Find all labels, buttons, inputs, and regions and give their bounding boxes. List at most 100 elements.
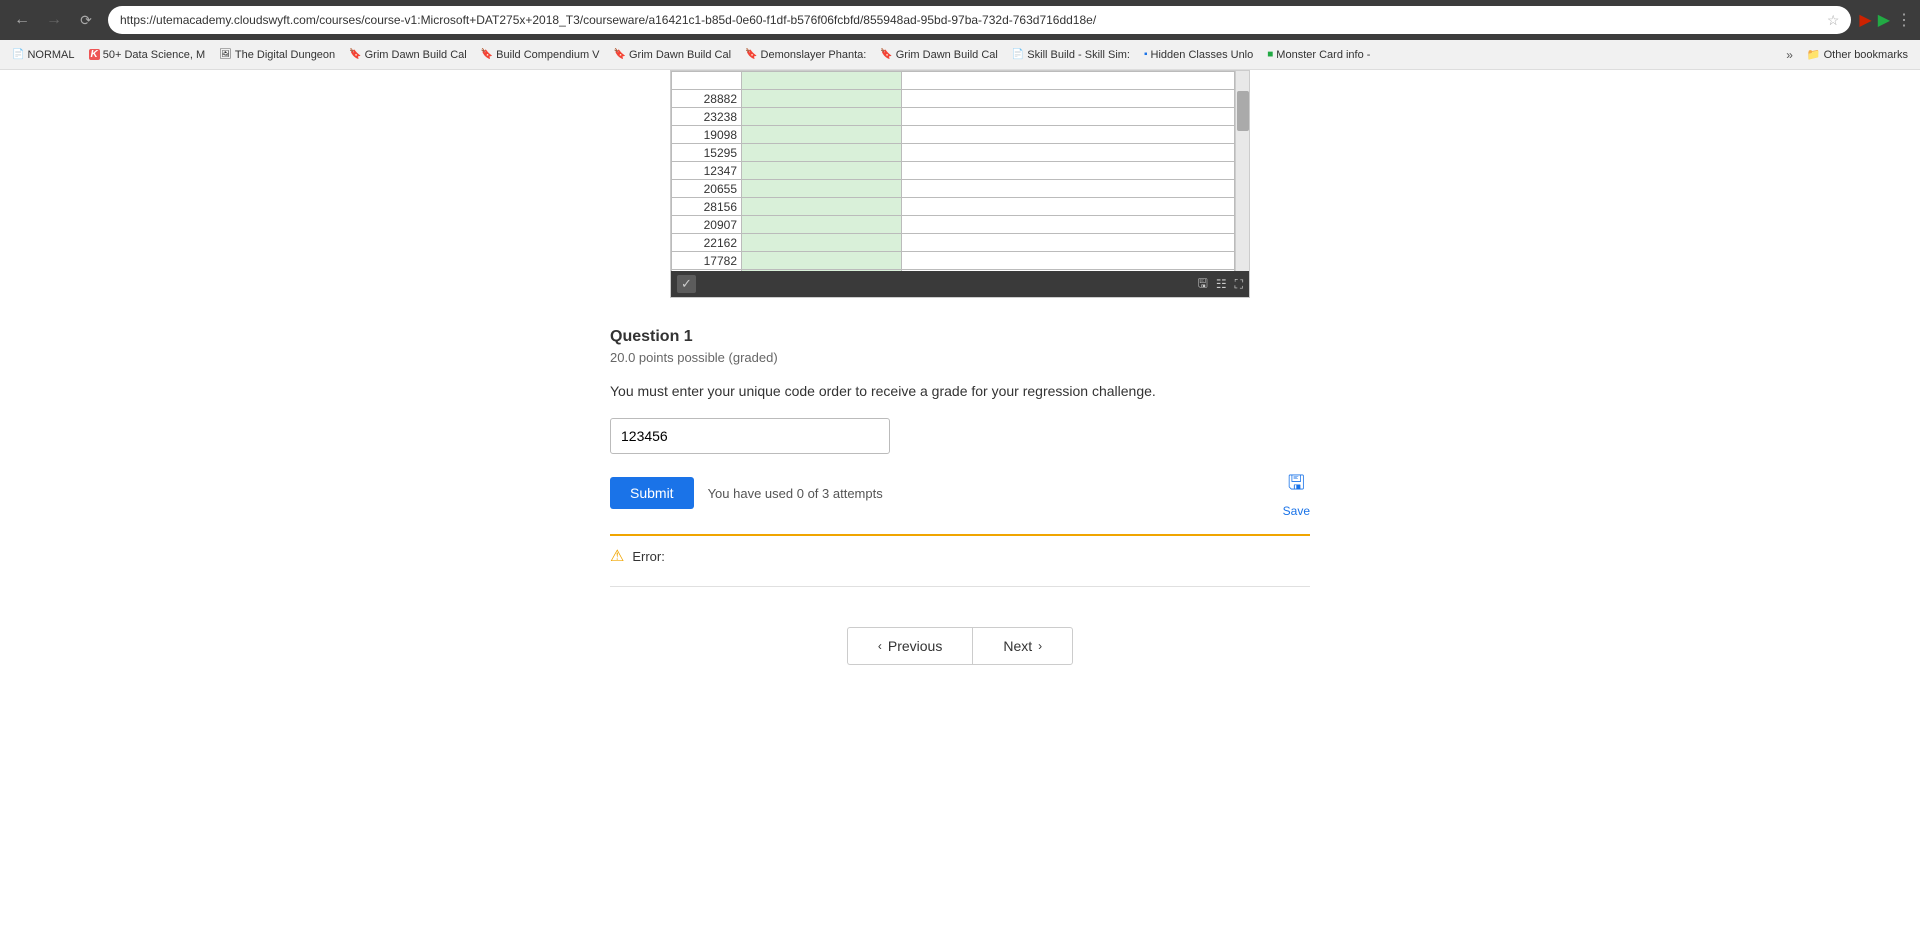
cell-empty [902, 216, 1235, 234]
cell-number: 19098 [672, 126, 742, 144]
cell-empty [902, 90, 1235, 108]
question-header: Question 1 [610, 328, 1310, 346]
action-left: Submit You have used 0 of 3 attempts [610, 477, 883, 509]
bookmark-star-icon[interactable]: ☆ [1827, 12, 1840, 29]
bookmark-dungeon-icon: 🖼 [219, 49, 232, 60]
attempts-text: You have used 0 of 3 attempts [708, 486, 883, 501]
bookmark-dungeon-label: The Digital Dungeon [235, 49, 335, 61]
extensions-icon[interactable]: ▶ [1859, 10, 1871, 30]
next-button[interactable]: Next › [972, 627, 1073, 665]
refresh-button[interactable]: ⟳ [72, 6, 100, 34]
table-row: 25307 [672, 270, 1235, 272]
cell-number: 28882 [672, 90, 742, 108]
spreadsheet-table: 2888223238190981529512347206552815620907… [671, 71, 1235, 271]
table-row: 23238 [672, 108, 1235, 126]
cell-empty [902, 72, 1235, 90]
bookmarks-bar: 📄 NORMAL K 50+ Data Science, M 🖼 The Dig… [0, 40, 1920, 70]
bookmark-grimdawn3[interactable]: 🔖 Grim Dawn Build Cal [874, 47, 1004, 63]
browser-toolbar: ← → ⟳ https://utemacademy.cloudswyft.com… [0, 0, 1920, 40]
expand-icon[interactable]: ⛶ [1235, 277, 1243, 292]
cell-number: 15295 [672, 144, 742, 162]
profile-icon[interactable]: ▶ [1878, 10, 1890, 30]
bookmark-grimdawn2[interactable]: 🔖 Grim Dawn Build Cal [608, 47, 738, 63]
cell-value [742, 126, 902, 144]
submit-button[interactable]: Submit [610, 477, 694, 509]
spreadsheet-toolbar: ✓ 🖫 ☷ ⛶ [671, 271, 1249, 297]
bookmark-monstercard-icon: ■ [1267, 49, 1273, 60]
bookmark-buildcomp[interactable]: 🔖 Build Compendium V [475, 47, 606, 63]
next-chevron-icon: › [1038, 639, 1042, 653]
save-sheet-icon[interactable]: 🖫 [1198, 274, 1208, 295]
address-bar[interactable]: https://utemacademy.cloudswyft.com/cours… [108, 6, 1851, 34]
bookmark-buildcomp-icon: 🔖 [481, 49, 493, 60]
bookmark-hiddenclass-label: Hidden Classes Unlo [1151, 49, 1254, 61]
bookmark-grimdawn1[interactable]: 🔖 Grim Dawn Build Cal [343, 47, 473, 63]
cell-value [742, 180, 902, 198]
back-button[interactable]: ← [8, 6, 36, 34]
question-points: 20.0 points possible (graded) [610, 350, 1310, 365]
cell-number: 28156 [672, 198, 742, 216]
cell-empty [902, 180, 1235, 198]
cell-number: 23238 [672, 108, 742, 126]
bookmark-grimdawn1-icon: 🔖 [349, 49, 361, 60]
cell-number: 22162 [672, 234, 742, 252]
bookmark-grimdawn3-label: Grim Dawn Build Cal [896, 49, 998, 61]
cell-empty [902, 126, 1235, 144]
previous-chevron-icon: ‹ [878, 639, 882, 653]
cell-value [742, 234, 902, 252]
table-row: 22162 [672, 234, 1235, 252]
cell-empty [902, 234, 1235, 252]
bookmarks-more-button[interactable]: » [1780, 46, 1799, 64]
previous-label: Previous [888, 638, 942, 654]
save-label: Save [1283, 504, 1310, 518]
next-label: Next [1003, 638, 1032, 654]
other-bookmarks-button[interactable]: 📁 Other bookmarks [1801, 46, 1914, 63]
cell-number: 25307 [672, 270, 742, 272]
url-text: https://utemacademy.cloudswyft.com/cours… [120, 13, 1827, 27]
spreadsheet-wrapper: 2888223238190981529512347206552815620907… [665, 70, 1255, 298]
bookmark-demonslayer[interactable]: 🔖 Demonslayer Phanta: [739, 47, 872, 63]
cell-empty [902, 144, 1235, 162]
browser-actions: ▶ ▶ ⋮ [1859, 10, 1912, 30]
answer-input[interactable] [610, 418, 890, 454]
error-bar: ⚠ Error: [610, 534, 1310, 566]
forward-button[interactable]: → [40, 6, 68, 34]
bookmark-grimdawn2-label: Grim Dawn Build Cal [629, 49, 731, 61]
cell-value [742, 162, 902, 180]
cell-number [672, 72, 742, 90]
bookmark-50data[interactable]: K 50+ Data Science, M [83, 47, 212, 63]
cell-value [742, 216, 902, 234]
spreadsheet-container: 2888223238190981529512347206552815620907… [670, 70, 1250, 298]
cell-empty [902, 252, 1235, 270]
table-row: 20907 [672, 216, 1235, 234]
excel-icon: ✓ [677, 275, 696, 293]
cell-value [742, 72, 902, 90]
error-text: Error: [632, 549, 665, 564]
grid-icon[interactable]: ☷ [1216, 277, 1227, 291]
menu-icon[interactable]: ⋮ [1896, 10, 1912, 30]
page-content: 2888223238190981529512347206552815620907… [0, 70, 1920, 943]
table-row: 15295 [672, 144, 1235, 162]
cell-empty [902, 270, 1235, 272]
table-row: 17782 [672, 252, 1235, 270]
table-row: 28156 [672, 198, 1235, 216]
bookmark-buildcomp-label: Build Compendium V [496, 49, 599, 61]
bookmark-skillbuild-icon: 📄 [1012, 49, 1024, 60]
table-row: 20655 [672, 180, 1235, 198]
cell-value [742, 144, 902, 162]
cell-number: 17782 [672, 252, 742, 270]
nav-footer: ‹ Previous Next › [847, 627, 1073, 665]
bookmark-monstercard[interactable]: ■ Monster Card info - [1261, 47, 1376, 63]
bookmark-skillbuild[interactable]: 📄 Skill Build - Skill Sim: [1006, 47, 1136, 63]
save-button[interactable]: 🖫 Save [1283, 468, 1310, 518]
table-row: 12347 [672, 162, 1235, 180]
cell-number: 12347 [672, 162, 742, 180]
bookmark-grimdawn3-icon: 🔖 [880, 49, 892, 60]
nav-buttons: ← → ⟳ [8, 6, 100, 34]
previous-button[interactable]: ‹ Previous [847, 627, 972, 665]
bookmark-dungeon[interactable]: 🖼 The Digital Dungeon [213, 47, 341, 63]
section-divider [610, 586, 1310, 587]
bookmark-hiddenclass-icon: ▪ [1144, 49, 1148, 60]
bookmark-hiddenclass[interactable]: ▪ Hidden Classes Unlo [1138, 47, 1259, 63]
bookmark-normal[interactable]: 📄 NORMAL [6, 47, 81, 63]
